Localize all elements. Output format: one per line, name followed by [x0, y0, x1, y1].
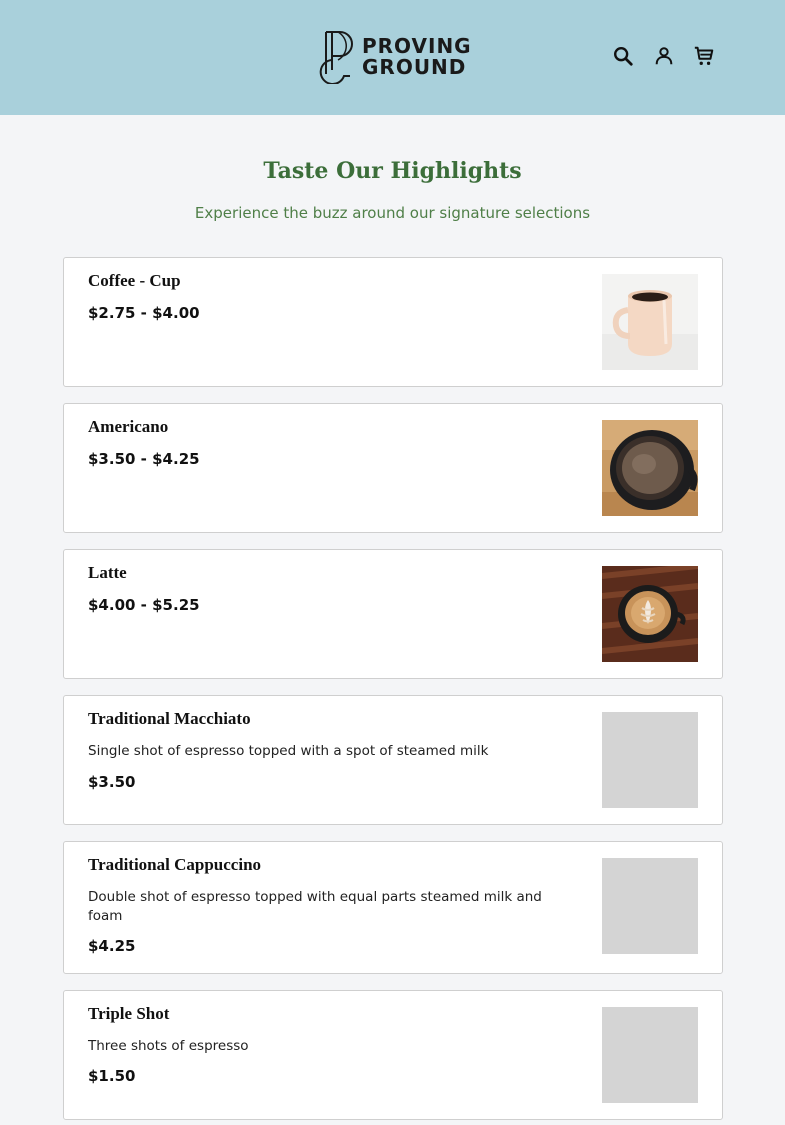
latte-art-photo — [602, 566, 698, 662]
product-card-traditional-macchiato[interactable]: Traditional Macchiato Single shot of esp… — [63, 695, 723, 825]
product-name: Latte — [88, 563, 127, 582]
product-description: Three shots of espresso — [88, 1038, 249, 1054]
proving-ground-logo[interactable]: PROVING GROUND — [316, 30, 476, 84]
product-name: Traditional Macchiato — [88, 709, 251, 728]
image-placeholder — [602, 712, 698, 808]
product-card-traditional-cappuccino[interactable]: Traditional Cappuccino Double shot of es… — [63, 841, 723, 974]
product-name: Traditional Cappuccino — [88, 855, 262, 874]
logo-line-2: GROUND — [362, 55, 467, 79]
image-placeholder — [602, 1007, 698, 1103]
product-name: Coffee - Cup — [88, 271, 181, 290]
account-icon[interactable] — [652, 44, 676, 68]
product-description: Single shot of espresso topped with a sp… — [88, 743, 489, 759]
product-name: Americano — [88, 417, 169, 436]
product-card-triple-shot[interactable]: Triple Shot Three shots of espresso $1.5… — [63, 990, 723, 1120]
product-price: $3.50 - $4.25 — [88, 450, 200, 468]
product-card-latte[interactable]: Latte $4.00 - $5.25 — [63, 549, 723, 679]
product-price: $4.00 - $5.25 — [88, 596, 200, 614]
product-description: Double shot of espresso topped with equa… — [88, 889, 542, 924]
americano-photo — [602, 420, 698, 516]
site-header: PROVING GROUND — [0, 0, 785, 115]
image-placeholder — [602, 858, 698, 954]
product-price: $3.50 — [88, 773, 136, 791]
product-name: Triple Shot — [88, 1004, 170, 1023]
logo-line-1: PROVING — [362, 34, 472, 58]
logo-wordmark: PROVING GROUND — [362, 36, 472, 78]
section-title: Taste Our Highlights — [263, 158, 522, 184]
coffee-mug-photo — [602, 274, 698, 370]
product-card-americano[interactable]: Americano $3.50 - $4.25 — [63, 403, 723, 533]
product-card-coffee-cup[interactable]: Coffee - Cup $2.75 - $4.00 — [63, 257, 723, 387]
product-price: $1.50 — [88, 1067, 136, 1085]
product-price: $4.25 — [88, 937, 136, 955]
product-price: $2.75 - $4.00 — [88, 304, 200, 322]
cart-icon[interactable] — [692, 44, 716, 68]
search-icon[interactable] — [611, 44, 635, 68]
section-subtitle: Experience the buzz around our signature… — [194, 204, 591, 222]
logo-mark-icon — [319, 31, 353, 84]
